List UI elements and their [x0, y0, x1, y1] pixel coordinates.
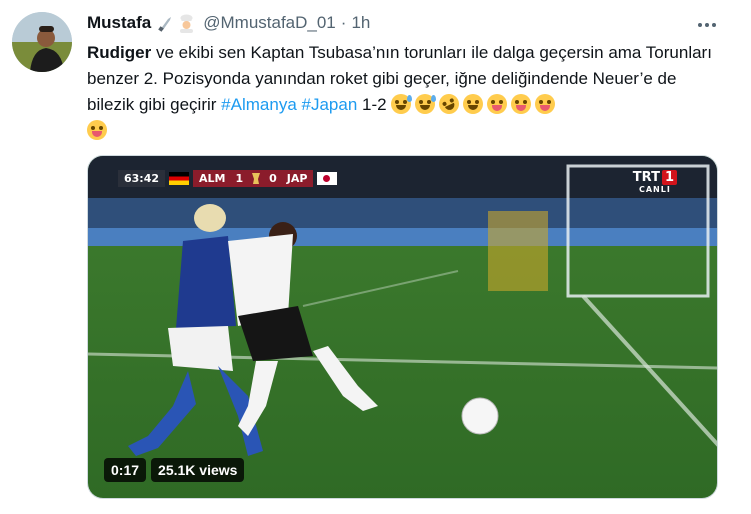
user-handle[interactable]: @MmustafaD_01 — [203, 13, 336, 33]
dot-1 — [698, 23, 702, 27]
dot-2 — [705, 23, 709, 27]
display-name[interactable]: Mustafa — [87, 13, 151, 33]
japan-flag-icon — [317, 172, 338, 185]
hashtag-japan[interactable]: #Japan — [302, 95, 358, 114]
home-score: 1 — [231, 170, 248, 187]
match-clock: 63:42 — [118, 170, 166, 187]
winking-tongue-icon — [535, 94, 556, 114]
tweet-header: Mustafa @MmustafaD_01 · 1h — [87, 12, 370, 34]
name-emoji-group — [157, 14, 196, 33]
cook-icon — [180, 14, 194, 33]
channel-logo: TRT 1 CANLI — [633, 170, 677, 194]
home-team: ALM — [193, 170, 232, 187]
channel-name: TRT — [632, 170, 660, 185]
avatar[interactable] — [12, 12, 72, 72]
zany-face-icon — [87, 120, 107, 140]
more-options-icon[interactable] — [690, 12, 724, 38]
avatar-image — [12, 12, 72, 72]
joy-icon — [463, 94, 484, 114]
video-duration: 0:17 — [104, 458, 147, 482]
winking-tongue-icon — [511, 94, 532, 114]
dot-3 — [712, 23, 716, 27]
video-player[interactable]: 63:42 ALM 1 0 JAP TRT 1 CANLI 0:17 25.1K … — [87, 155, 718, 499]
rofl-icon — [436, 90, 463, 118]
knife-icon — [158, 16, 172, 32]
hashtag-almanya[interactable]: #Almanya — [221, 95, 297, 114]
video-stats: 0:17 25.1K views — [104, 458, 245, 482]
tweet-text-part-2: 1-2 — [357, 95, 392, 114]
germany-flag-icon — [169, 172, 190, 185]
tweet-bold-lead: Rudiger — [87, 43, 152, 62]
grinning-sweat-icon — [415, 94, 437, 114]
view-count: 25.1K views — [151, 458, 245, 482]
video-frame — [88, 156, 717, 498]
zany-face-icon — [487, 94, 508, 114]
live-label: CANLI — [638, 185, 671, 194]
away-team: JAP — [280, 170, 314, 187]
tweet-text: Rudiger ve ekibi sen Kaptan Tsubasa’nın … — [87, 40, 712, 144]
timestamp[interactable]: 1h — [351, 13, 370, 33]
separator-dot: · — [340, 13, 347, 32]
away-score: 0 — [265, 170, 281, 187]
world-cup-icon — [247, 170, 266, 187]
grinning-sweat-icon — [391, 94, 413, 114]
channel-number: 1 — [661, 170, 677, 185]
tweet[interactable]: Mustafa @MmustafaD_01 · 1h Rudiger ve ek… — [0, 0, 751, 514]
scorebug: 63:42 ALM 1 0 JAP — [118, 170, 338, 187]
